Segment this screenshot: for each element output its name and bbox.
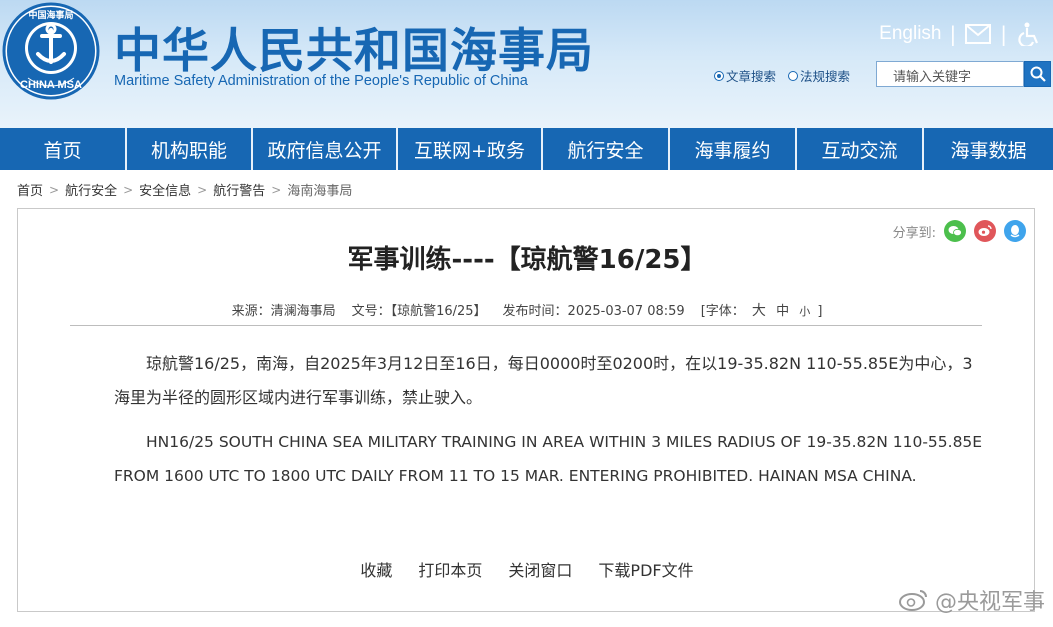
logo-text-top: 中国海事局 xyxy=(28,9,73,21)
accessibility-icon[interactable] xyxy=(1015,20,1043,48)
meta-doc-number: 文号：【琼航警16/25】 xyxy=(351,304,487,319)
breadcrumb-nav-warnings[interactable]: 航行警告 xyxy=(213,180,265,199)
mail-icon[interactable] xyxy=(964,20,992,48)
nav-item-home[interactable]: 首页 xyxy=(0,128,127,170)
top-links: English | | xyxy=(879,20,1043,48)
article-meta: 来源：清澜海事局 文号：【琼航警16/25】 发布时间：2025-03-07 0… xyxy=(18,300,1036,320)
font-size-medium[interactable]: 中 xyxy=(773,304,792,319)
nav-item-navigation-safety[interactable]: 航行安全 xyxy=(543,128,670,170)
breadcrumb-safety-info[interactable]: 安全信息 xyxy=(139,180,191,199)
font-size-control: [字体： 大 中 小 ] xyxy=(701,300,823,320)
watermark-text: @央视军事 xyxy=(934,590,1045,615)
nav-item-functions[interactable]: 机构职能 xyxy=(127,128,253,170)
font-label: [字体： xyxy=(700,304,745,319)
download-pdf-link[interactable]: 下载PDF文件 xyxy=(598,557,693,581)
breadcrumb-hainan-msa[interactable]: 海南海事局 xyxy=(287,180,352,199)
separator: | xyxy=(1000,22,1007,46)
font-size-small[interactable]: 小 xyxy=(796,305,813,318)
chevron-right-icon: > xyxy=(49,182,60,197)
nav-item-data[interactable]: 海事数据 xyxy=(924,128,1053,170)
weibo-watermark-icon xyxy=(898,590,927,611)
font-size-large[interactable]: 大 xyxy=(749,303,769,319)
nav-item-internet-gov[interactable]: 互联网+政务 xyxy=(398,128,543,170)
chevron-right-icon: > xyxy=(123,182,134,197)
radio-label: 法规搜索 xyxy=(800,69,851,84)
site-subtitle: Maritime Safety Administration of the Pe… xyxy=(114,73,528,89)
radio-regulation-search[interactable]: 法规搜索 xyxy=(788,66,850,85)
china-msa-logo[interactable]: CHINA MSA 中国海事局 xyxy=(2,2,100,100)
search-type-options: 文章搜索 法规搜索 xyxy=(714,66,850,85)
radio-label: 文章搜索 xyxy=(726,69,777,84)
breadcrumb: 首页 > 航行安全 > 安全信息 > 航行警告 > 海南海事局 xyxy=(17,180,352,200)
article-title: 军事训练----【琼航警16/25】 xyxy=(347,245,707,275)
watermark: @央视军事 xyxy=(898,584,1045,616)
chevron-right-icon: > xyxy=(271,182,282,197)
english-link[interactable]: English xyxy=(879,23,941,45)
search-icon xyxy=(1030,66,1046,82)
breadcrumb-navigation-safety[interactable]: 航行安全 xyxy=(65,180,117,199)
close-window-link[interactable]: 关闭窗口 xyxy=(508,557,572,581)
meta-published-time: 发布时间：2025-03-07 08:59 xyxy=(502,304,685,319)
breadcrumb-home[interactable]: 首页 xyxy=(17,180,43,199)
chevron-right-icon: > xyxy=(197,182,208,197)
share-label: 分享到: xyxy=(892,225,936,241)
font-close: ] xyxy=(817,304,823,319)
search-input[interactable]: 请输入关键字 xyxy=(876,61,1024,87)
site-title: 中华人民共和国海事局 xyxy=(114,24,594,79)
nav-item-interaction[interactable]: 互动交流 xyxy=(797,128,924,170)
article-body-chinese: 琼航警16/25，南海，自2025年3月12日至16日，每日0000时至0200… xyxy=(114,354,973,407)
separator: | xyxy=(949,22,957,46)
main-nav: 首页 机构职能 政府信息公开 互联网+政务 航行安全 海事履约 互动交流 海事数… xyxy=(0,128,1053,170)
meta-source: 来源：清澜海事局 xyxy=(231,304,336,319)
logo-text-bottom: CHINA MSA xyxy=(20,79,82,91)
article-body-english: HN16/25 SOUTH CHINA SEA MILITARY TRAININ… xyxy=(114,433,983,485)
article-actions: 收藏 打印本页 关闭窗口 下载PDF文件 xyxy=(18,557,1036,581)
radio-article-search[interactable]: 文章搜索 xyxy=(714,66,776,85)
search-button[interactable] xyxy=(1024,61,1051,87)
favorite-link[interactable]: 收藏 xyxy=(360,557,392,581)
article-panel: 分享到: 军事训练----【琼航警16/25】 来源：清澜海事局 文号：【琼航警… xyxy=(17,208,1035,612)
divider xyxy=(70,325,982,326)
site-header: CHINA MSA 中国海事局 中华人民共和国海事局 Maritime Safe… xyxy=(0,0,1053,128)
radio-dot[interactable] xyxy=(714,70,724,81)
radio-dot[interactable] xyxy=(788,70,799,81)
nav-item-gov-info[interactable]: 政府信息公开 xyxy=(253,128,398,170)
print-link[interactable]: 打印本页 xyxy=(418,557,482,581)
nav-item-compliance[interactable]: 海事履约 xyxy=(670,128,797,170)
